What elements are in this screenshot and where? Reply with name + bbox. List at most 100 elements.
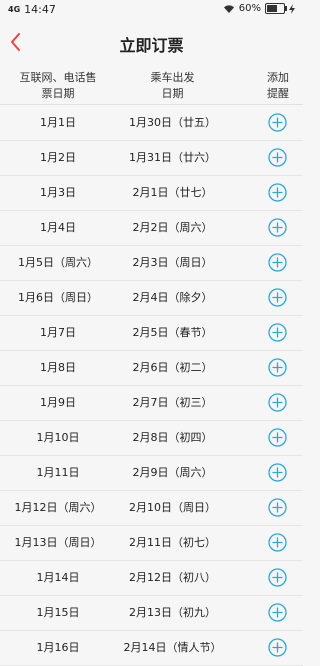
table-row: 1月7日 2月5日（春节）	[0, 315, 303, 351]
sale-date: 1月7日	[40, 326, 76, 339]
sale-date: 1月3日	[40, 186, 76, 199]
depart-date: 2月1日（廿七）	[132, 186, 213, 199]
depart-date: 2月5日（春节）	[132, 326, 213, 339]
status-right: 60%	[223, 3, 295, 14]
sale-date: 1月15日	[36, 606, 80, 619]
add-reminder-button[interactable]	[268, 533, 287, 552]
plus-circle-icon	[268, 533, 287, 552]
header-line: 互联网、电话售	[19, 71, 97, 84]
plus-circle-icon	[268, 463, 287, 482]
table-row: 1月15日 2月13日（初九）	[0, 595, 303, 631]
depart-date: 2月3日（周日）	[132, 256, 213, 269]
signal-icon: 4G	[8, 5, 21, 14]
status-bar: 4G 14:47 60%	[0, 0, 303, 22]
header: 立即订票	[0, 22, 303, 62]
depart-date: 2月12日（初八）	[129, 571, 216, 584]
table-row: 1月6日（周日） 2月4日（除夕）	[0, 280, 303, 316]
plus-circle-icon	[268, 568, 287, 587]
table-row: 1月4日 2月2日（周六）	[0, 210, 303, 246]
header-line: 日期	[161, 87, 184, 100]
depart-date: 2月2日（周六）	[132, 221, 213, 234]
table-header: 互联网、电话售 票日期 乘车出发 日期 添加 提醒	[0, 66, 303, 105]
depart-date: 2月8日（初四）	[132, 431, 213, 444]
plus-circle-icon	[268, 113, 287, 132]
add-reminder-button[interactable]	[268, 603, 287, 622]
sale-date: 1月10日	[36, 431, 80, 444]
depart-date: 2月4日（除夕）	[132, 291, 213, 304]
depart-date: 2月9日（周六）	[132, 466, 213, 479]
plus-circle-icon	[268, 253, 287, 272]
wifi-icon	[223, 4, 234, 13]
add-reminder-button[interactable]	[268, 218, 287, 237]
depart-date: 2月10日（周日）	[129, 501, 216, 514]
column-header-add-reminder: 添加 提醒	[263, 70, 293, 102]
sale-date: 1月11日	[36, 466, 80, 479]
sale-date: 1月5日（周六）	[18, 256, 98, 269]
column-header-depart-date: 乘车出发 日期	[120, 70, 225, 102]
add-reminder-button[interactable]	[268, 463, 287, 482]
plus-circle-icon	[268, 288, 287, 307]
depart-date: 2月14日（情人节）	[123, 641, 222, 654]
add-reminder-button[interactable]	[268, 323, 287, 342]
depart-date: 1月31日（廿六）	[129, 151, 216, 164]
table-row: 1月5日（周六） 2月3日（周日）	[0, 245, 303, 281]
sale-date: 1月16日	[36, 641, 80, 654]
sale-date: 1月14日	[36, 571, 80, 584]
add-reminder-button[interactable]	[268, 148, 287, 167]
sale-date: 1月12日（周六）	[14, 501, 102, 514]
status-time: 14:47	[24, 3, 56, 16]
table-row: 1月9日 2月7日（初三）	[0, 385, 303, 421]
table-row: 1月12日（周六） 2月10日（周日）	[0, 490, 303, 526]
depart-date: 1月30日（廿五）	[129, 116, 216, 129]
header-line: 乘车出发	[150, 71, 195, 84]
table-row: 1月11日 2月9日（周六）	[0, 455, 303, 491]
plus-circle-icon	[268, 358, 287, 377]
plus-circle-icon	[268, 638, 287, 657]
add-reminder-button[interactable]	[268, 183, 287, 202]
table-row: 1月1日 1月30日（廿五）	[0, 105, 303, 141]
header-line: 添加	[267, 71, 289, 84]
plus-circle-icon	[268, 148, 287, 167]
table-row: 1月10日 2月8日（初四）	[0, 420, 303, 456]
depart-date: 2月13日（初九）	[129, 606, 216, 619]
plus-circle-icon	[268, 323, 287, 342]
add-reminder-button[interactable]	[268, 253, 287, 272]
depart-date: 2月11日（初七）	[129, 536, 216, 549]
table-row: 1月2日 1月31日（廿六）	[0, 140, 303, 176]
sale-date: 1月2日	[40, 151, 76, 164]
add-reminder-button[interactable]	[268, 288, 287, 307]
depart-date: 2月7日（初三）	[132, 396, 213, 409]
sale-date: 1月4日	[40, 221, 76, 234]
plus-circle-icon	[268, 603, 287, 622]
plus-circle-icon	[268, 428, 287, 447]
sale-date: 1月13日（周日）	[14, 536, 102, 549]
add-reminder-button[interactable]	[268, 428, 287, 447]
add-reminder-button[interactable]	[268, 568, 287, 587]
column-header-sale-date: 互联网、电话售 票日期	[8, 70, 108, 102]
table-row: 1月13日（周日） 2月11日（初七）	[0, 525, 303, 561]
table-row: 1月8日 2月6日（初二）	[0, 350, 303, 386]
plus-circle-icon	[268, 218, 287, 237]
table-row: 1月16日 2月14日（情人节）	[0, 630, 303, 666]
add-reminder-button[interactable]	[268, 498, 287, 517]
table-row: 1月14日 2月12日（初八）	[0, 560, 303, 596]
plus-circle-icon	[268, 393, 287, 412]
plus-circle-icon	[268, 183, 287, 202]
add-reminder-button[interactable]	[268, 393, 287, 412]
add-reminder-button[interactable]	[268, 638, 287, 657]
add-reminder-button[interactable]	[268, 113, 287, 132]
table-row: 1月3日 2月1日（廿七）	[0, 175, 303, 211]
header-line: 票日期	[41, 87, 75, 100]
plus-circle-icon	[268, 498, 287, 517]
sale-date: 1月1日	[40, 116, 76, 129]
sale-date: 1月8日	[40, 361, 76, 374]
charging-icon	[289, 3, 295, 14]
add-reminder-button[interactable]	[268, 358, 287, 377]
header-line: 提醒	[267, 87, 289, 100]
status-left: 4G 14:47	[8, 3, 56, 16]
battery-icon	[265, 3, 287, 14]
battery-percent: 60%	[238, 3, 261, 14]
sale-date: 1月6日（周日）	[18, 291, 98, 304]
depart-date: 2月6日（初二）	[132, 361, 213, 374]
sale-date: 1月9日	[40, 396, 76, 409]
